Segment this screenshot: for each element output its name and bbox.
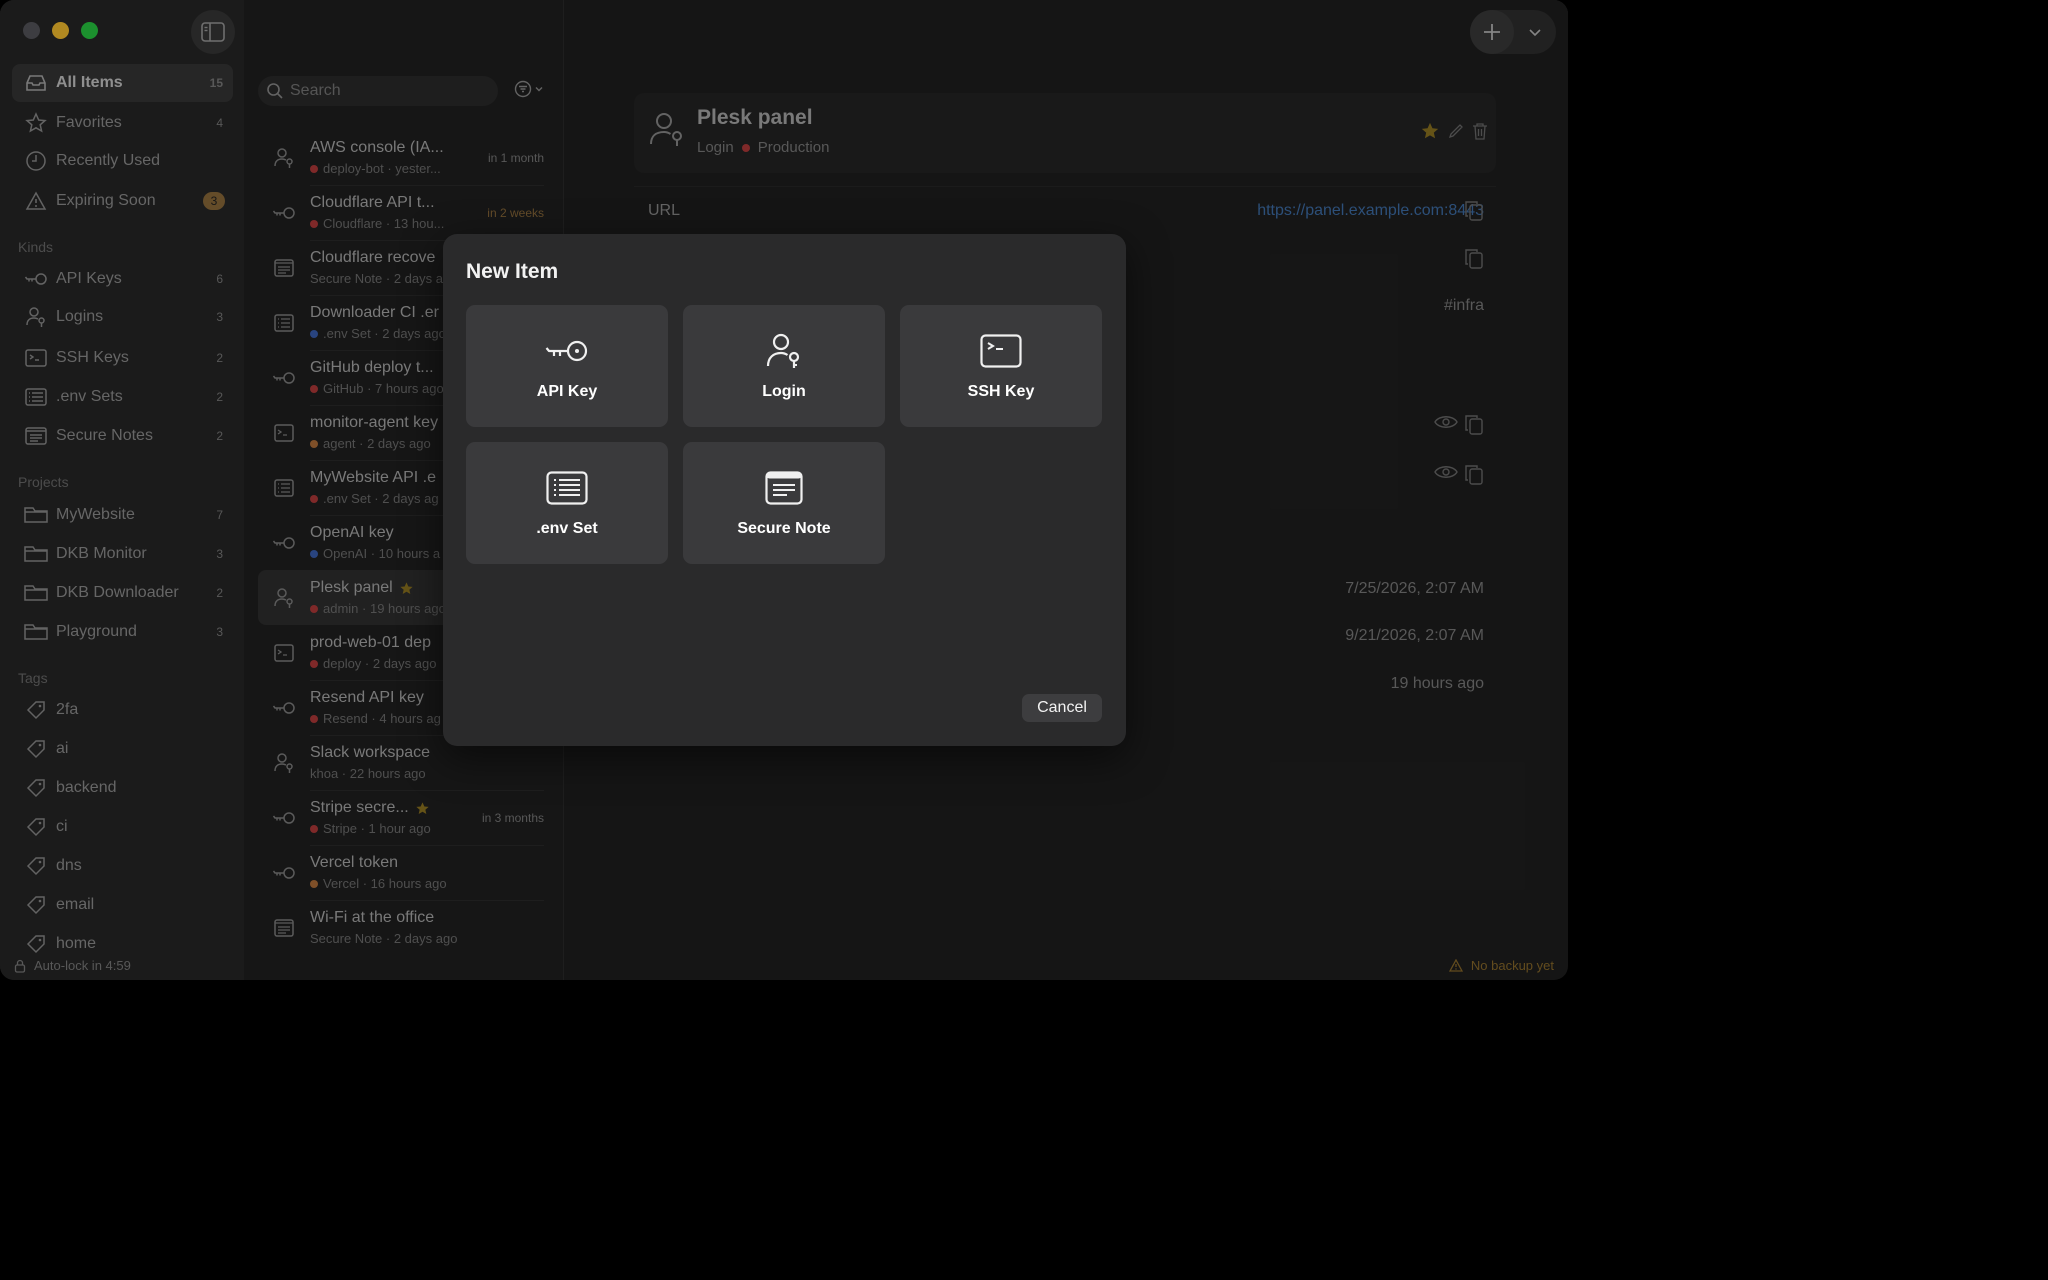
person-key-icon [765, 331, 803, 371]
cancel-button[interactable]: Cancel [1022, 694, 1102, 722]
terminal-icon [980, 331, 1022, 371]
new-secure-note-option[interactable]: Secure Note [683, 442, 885, 564]
new-env-set-option[interactable]: .env Set [466, 442, 668, 564]
new-login-option[interactable]: Login [683, 305, 885, 427]
option-label: .env Set [536, 520, 598, 537]
option-label: API Key [536, 383, 598, 400]
new-ssh-key-option[interactable]: SSH Key [900, 305, 1102, 427]
option-label: Secure Note [737, 520, 831, 537]
option-label: SSH Key [967, 383, 1035, 400]
list-icon [546, 468, 588, 508]
note-icon [765, 468, 803, 508]
option-label: Login [762, 383, 806, 400]
new-api-key-option[interactable]: API Key [466, 305, 668, 427]
app-window: All Items 15 Favorites 4 Recently Used E… [0, 0, 1568, 980]
new-item-dialog: New Item API Key Login SSH Key .env Set … [443, 234, 1126, 746]
dialog-title: New Item [466, 260, 559, 283]
key-icon [545, 331, 589, 371]
